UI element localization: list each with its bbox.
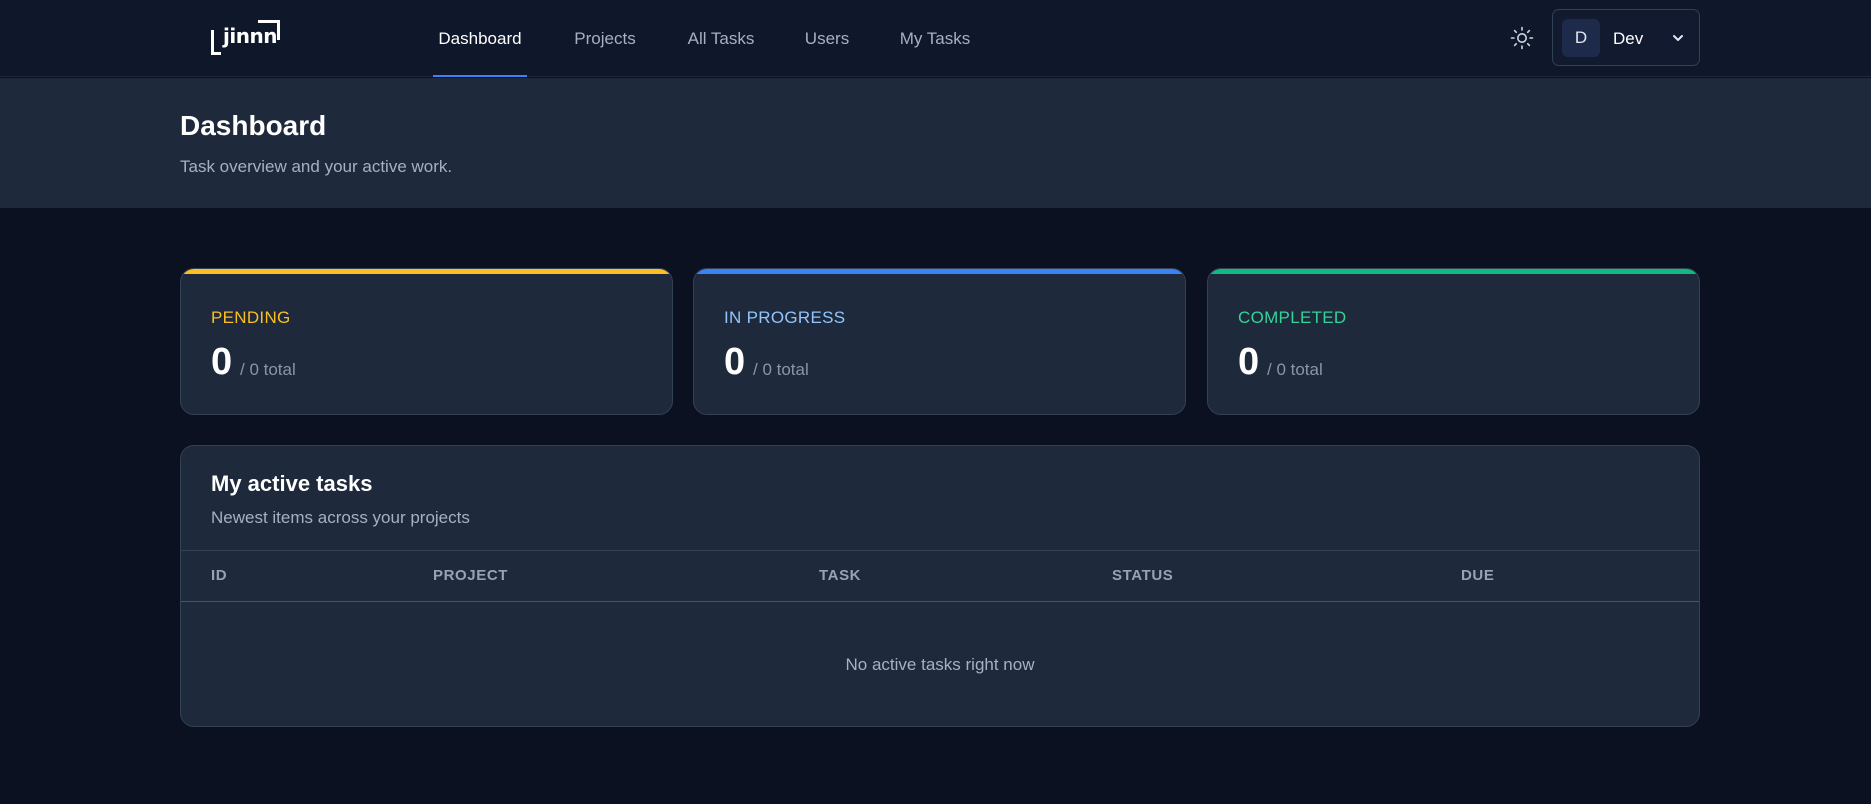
column-header-due[interactable]: DUE [1461, 551, 1494, 601]
stat-total: / 0 total [753, 360, 809, 379]
column-header-id[interactable]: ID [211, 551, 227, 601]
stat-value: 0 [1238, 341, 1260, 383]
card-title: My active tasks [211, 471, 373, 496]
stat-label: PENDING [211, 308, 291, 327]
empty-state-message: No active tasks right now [845, 655, 1035, 674]
user-menu-button[interactable]: D Dev [1552, 9, 1700, 66]
theme-toggle-button[interactable] [1509, 25, 1535, 51]
stat-accent-bar [181, 269, 672, 274]
user-name: Dev [1613, 29, 1644, 48]
stat-label: IN PROGRESS [724, 308, 846, 327]
active-tasks-card: My active tasks Newest items across your… [180, 445, 1700, 727]
stat-card-completed: COMPLETED 0 / 0 total [1207, 268, 1700, 415]
brand-logo[interactable]: jinnn [209, 19, 283, 57]
nav-item-users[interactable]: Users [800, 0, 854, 77]
nav-item-projects[interactable]: Projects [568, 0, 642, 77]
page-header: Dashboard Task overview and your active … [0, 78, 1871, 208]
stat-accent-bar [694, 269, 1185, 274]
logo-bracket-left [211, 30, 221, 55]
stat-label: COMPLETED [1238, 308, 1347, 327]
chevron-down-icon [1673, 35, 1683, 41]
column-header-project[interactable]: PROJECT [433, 551, 508, 601]
stat-value: 0 [211, 341, 233, 383]
table-header: ID PROJECT TASK STATUS DUE [181, 550, 1699, 602]
nav-item-all-tasks[interactable]: All Tasks [684, 0, 758, 77]
page-subtitle: Task overview and your active work. [180, 157, 453, 176]
stat-value: 0 [724, 341, 746, 383]
stat-accent-bar [1208, 269, 1699, 274]
sun-icon [1510, 26, 1534, 50]
stat-total: / 0 total [1267, 360, 1323, 379]
column-header-task[interactable]: TASK [819, 551, 861, 601]
stat-total: / 0 total [240, 360, 296, 379]
top-navigation-bar: jinnn Dashboard Projects All Tasks Users… [0, 0, 1871, 77]
avatar: D [1562, 19, 1600, 57]
stat-card-in-progress: IN PROGRESS 0 / 0 total [693, 268, 1186, 415]
stat-card-pending: PENDING 0 / 0 total [180, 268, 673, 415]
card-subtitle: Newest items across your projects [211, 508, 470, 527]
page-title: Dashboard [180, 110, 327, 141]
nav-item-my-tasks[interactable]: My Tasks [896, 0, 974, 77]
column-header-status[interactable]: STATUS [1112, 551, 1173, 601]
brand-name: jinnn [223, 24, 277, 48]
nav-item-dashboard[interactable]: Dashboard [433, 0, 527, 77]
